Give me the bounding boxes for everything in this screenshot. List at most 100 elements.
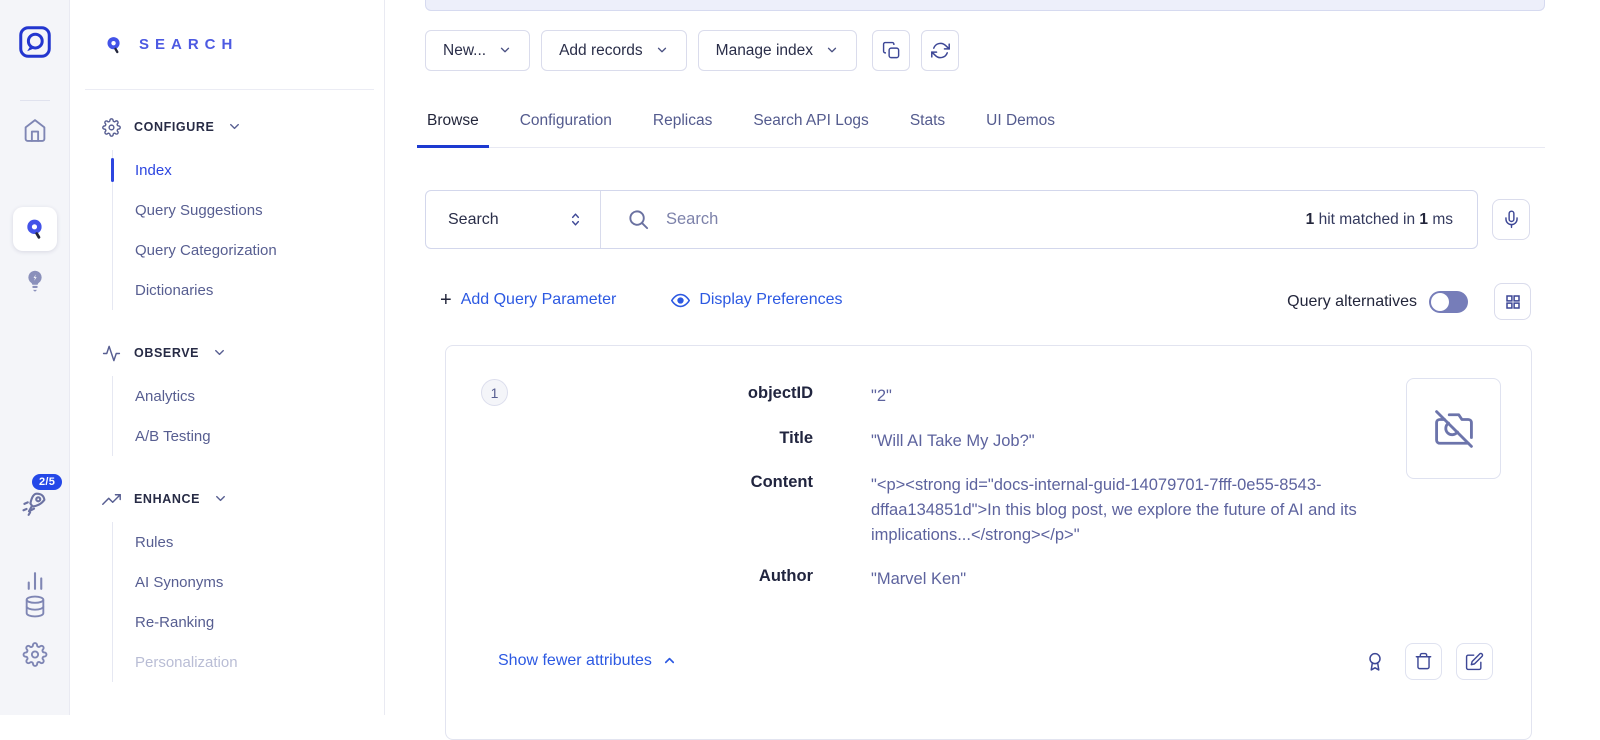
tab-search-api-logs[interactable]: Search API Logs — [751, 103, 870, 147]
sidebar-divider — [85, 89, 374, 90]
section-configure: CONFIGURE Index Query Suggestions Query … — [70, 112, 384, 310]
grid-icon — [1504, 293, 1522, 311]
section-label: OBSERVE — [134, 346, 199, 360]
record-actions — [1359, 643, 1493, 680]
copy-icon — [882, 41, 901, 60]
sidebar-item-index[interactable]: Index — [113, 150, 384, 190]
search-pin-icon — [103, 34, 125, 56]
updown-chevrons-icon — [567, 211, 584, 229]
show-fewer-attributes-link[interactable]: Show fewer attributes — [498, 652, 677, 670]
home-icon[interactable] — [22, 118, 47, 143]
refresh-icon — [931, 41, 950, 60]
index-toolbar: New... Add records Manage index — [425, 30, 959, 71]
main-content: New... Add records Manage index Browse C… — [385, 0, 1600, 715]
search-bar: Search 1 hit matched in 1 ms — [425, 190, 1478, 249]
new-button[interactable]: New... — [425, 30, 530, 71]
search-mode-select[interactable]: Search — [426, 191, 601, 248]
section-enhance-header[interactable]: ENHANCE — [70, 484, 384, 514]
sidebar-item-query-categorization[interactable]: Query Categorization — [113, 230, 384, 270]
manage-index-label: Manage index — [716, 42, 813, 60]
record-field-row: objectID "2" — [446, 384, 1531, 409]
sidebar-title: SEARCH — [139, 36, 238, 53]
field-value: "Will AI Take My Job?" — [871, 429, 1416, 454]
query-alternatives-label: Query alternatives — [1287, 293, 1417, 311]
sidebar-item-dictionaries[interactable]: Dictionaries — [113, 270, 384, 310]
record-field-row: Content "<p><strong id="docs-internal-gu… — [446, 473, 1531, 548]
search-stats: 1 hit matched in 1 ms — [1306, 211, 1453, 229]
app-rail: 2/5 — [0, 0, 70, 715]
add-records-label: Add records — [559, 42, 643, 60]
promote-record-button[interactable] — [1359, 646, 1391, 678]
sidebar-item-rules[interactable]: Rules — [113, 522, 384, 562]
show-fewer-label: Show fewer attributes — [498, 652, 652, 670]
search-nav-icon[interactable] — [13, 207, 57, 251]
section-observe-header[interactable]: OBSERVE — [70, 338, 384, 368]
record-field-row: Author "Marvel Ken" — [446, 567, 1531, 592]
record-card: 1 objectID "2" Title "Will AI Take My Jo… — [445, 345, 1532, 740]
tab-browse[interactable]: Browse — [425, 103, 481, 147]
sidebar-item-analytics[interactable]: Analytics — [113, 376, 384, 416]
section-label: CONFIGURE — [134, 120, 214, 134]
add-query-parameter-label: Add Query Parameter — [461, 291, 617, 309]
index-tabs: Browse Configuration Replicas Search API… — [425, 103, 1545, 148]
index-selector-sliver[interactable] — [425, 0, 1545, 11]
sidebar-item-personalization[interactable]: Personalization — [113, 642, 384, 682]
sidebar-item-ab-testing[interactable]: A/B Testing — [113, 416, 384, 456]
add-query-parameter-link[interactable]: + Add Query Parameter — [440, 290, 616, 310]
chevron-down-icon — [227, 118, 242, 136]
tab-replicas[interactable]: Replicas — [651, 103, 714, 147]
recommend-bulb-icon[interactable] — [22, 268, 47, 293]
field-label: Author — [446, 567, 813, 592]
tab-configuration[interactable]: Configuration — [518, 103, 614, 147]
query-alternatives-toggle[interactable] — [1429, 291, 1468, 313]
algolia-logo-icon[interactable] — [17, 24, 53, 60]
new-button-label: New... — [443, 42, 486, 60]
section-label: ENHANCE — [134, 492, 200, 506]
tab-stats[interactable]: Stats — [908, 103, 947, 147]
refresh-button[interactable] — [921, 30, 959, 71]
query-options-row: + Add Query Parameter Display Preference… — [440, 283, 1531, 321]
settings-gear-icon[interactable] — [22, 642, 47, 667]
section-configure-header[interactable]: CONFIGURE — [70, 112, 384, 142]
sidebar-item-ai-synonyms[interactable]: AI Synonyms — [113, 562, 384, 602]
field-value: "Marvel Ken" — [871, 567, 1416, 592]
edit-record-button[interactable] — [1456, 643, 1493, 680]
field-value: "2" — [871, 384, 1416, 409]
camera-off-icon — [1435, 410, 1473, 448]
magnifier-icon — [627, 208, 650, 231]
delete-record-button[interactable] — [1405, 643, 1442, 680]
record-image-placeholder — [1406, 378, 1501, 479]
copy-button[interactable] — [872, 30, 910, 71]
chevron-down-icon — [498, 42, 512, 60]
sidebar-item-re-ranking[interactable]: Re-Ranking — [113, 602, 384, 642]
edit-icon — [1465, 652, 1484, 671]
chevron-down-icon — [825, 42, 839, 60]
chevron-down-icon — [213, 490, 228, 508]
field-label: objectID — [446, 384, 813, 409]
sidebar: SEARCH CONFIGURE Index Query Suggestions… — [70, 0, 385, 715]
eye-icon — [671, 291, 690, 310]
add-records-button[interactable]: Add records — [541, 30, 687, 71]
database-icon[interactable] — [22, 594, 47, 619]
chevron-down-icon — [655, 42, 669, 60]
field-label: Title — [446, 429, 813, 454]
voice-search-button[interactable] — [1492, 199, 1530, 240]
gear-icon — [102, 118, 121, 137]
layout-grid-button[interactable] — [1494, 283, 1531, 320]
usage-badge: 2/5 — [32, 474, 62, 490]
display-preferences-link[interactable]: Display Preferences — [671, 290, 842, 310]
tab-ui-demos[interactable]: UI Demos — [984, 103, 1057, 147]
rocket-icon[interactable] — [20, 488, 50, 518]
chevron-up-icon — [662, 652, 677, 670]
manage-index-button[interactable]: Manage index — [698, 30, 857, 71]
sidebar-item-query-suggestions[interactable]: Query Suggestions — [113, 190, 384, 230]
sidebar-header: SEARCH — [70, 0, 384, 89]
award-ribbon-icon — [1365, 653, 1385, 670]
rail-divider — [20, 100, 50, 101]
trash-icon — [1414, 652, 1433, 671]
field-label: Content — [446, 473, 813, 548]
section-observe: OBSERVE Analytics A/B Testing — [70, 338, 384, 456]
bar-chart-icon[interactable] — [22, 568, 47, 593]
toggle-knob — [1431, 293, 1449, 311]
chevron-down-icon — [212, 344, 227, 362]
